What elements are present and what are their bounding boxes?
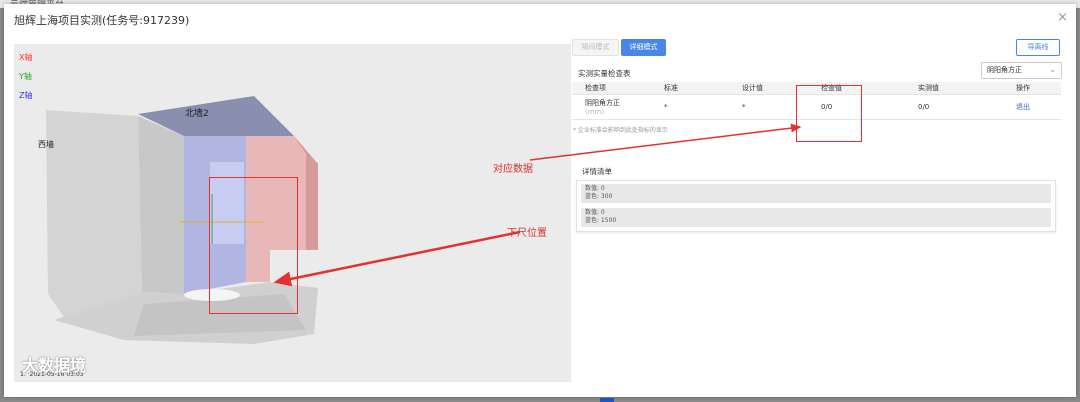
cell-item: 阴阳角方正 (mm) [572, 94, 651, 120]
exit-link[interactable]: 退出 [1016, 103, 1030, 111]
list-item: 数值: 0 蓝色: 1500 [581, 208, 1051, 227]
column-header-standard: 标准 [651, 82, 729, 95]
column-header-measured: 实测值 [905, 82, 1003, 95]
detail-mode-button[interactable]: 详细模式 [621, 39, 666, 56]
check-value-highlight-box [796, 85, 862, 142]
taskbar-indicator [600, 398, 614, 402]
data-annotation-label: 对应数据 [493, 164, 533, 175]
simple-mode-button[interactable]: 隔间模式 [572, 39, 619, 56]
dialog-title: 旭辉上海项目实测(任务号:917239) [14, 14, 190, 27]
north-wall-label: 北墙2 [185, 107, 209, 119]
ruler-annotation-label: 下尺位置 [507, 228, 547, 239]
column-header-item: 检查项 [572, 82, 651, 95]
list-item: 数值: 0 蓝色: 300 [581, 184, 1051, 203]
ruler-position-highlight-box [209, 177, 298, 314]
detail-list-title: 详情清单 [582, 167, 612, 176]
cell-standard: * [651, 94, 729, 120]
item-unit: (mm) [585, 108, 605, 116]
column-header-action: 操作 [1003, 82, 1061, 95]
item-name: 阴阳角方正 [585, 99, 620, 107]
watermark: 大数据境 [22, 356, 87, 375]
detail-value: 数值: 0 [585, 185, 605, 192]
cell-measured: 0/0 [905, 94, 1003, 120]
detail-list: 数值: 0 蓝色: 300 数值: 0 蓝色: 1500 [576, 180, 1056, 232]
close-icon[interactable]: × [1057, 10, 1068, 25]
detail-value: 数值: 0 [585, 209, 605, 216]
detail-color: 蓝色: 300 [585, 193, 613, 200]
select-value: 阴阳角方正 [987, 66, 1022, 74]
cell-action: 退出 [1003, 94, 1061, 120]
detail-color: 蓝色: 1500 [585, 217, 617, 224]
inspection-item-select[interactable]: 阴阳角方正 ⌄ [981, 62, 1062, 79]
table-note: * 企业标准会影响到此处指标的显示 [573, 127, 668, 134]
west-wall-label: 西墙 [38, 139, 54, 149]
export-offline-button[interactable]: 导离线 [1016, 39, 1060, 56]
inspection-table-title: 实测实量检查表 [578, 69, 631, 78]
chevron-down-icon: ⌄ [1049, 65, 1056, 74]
